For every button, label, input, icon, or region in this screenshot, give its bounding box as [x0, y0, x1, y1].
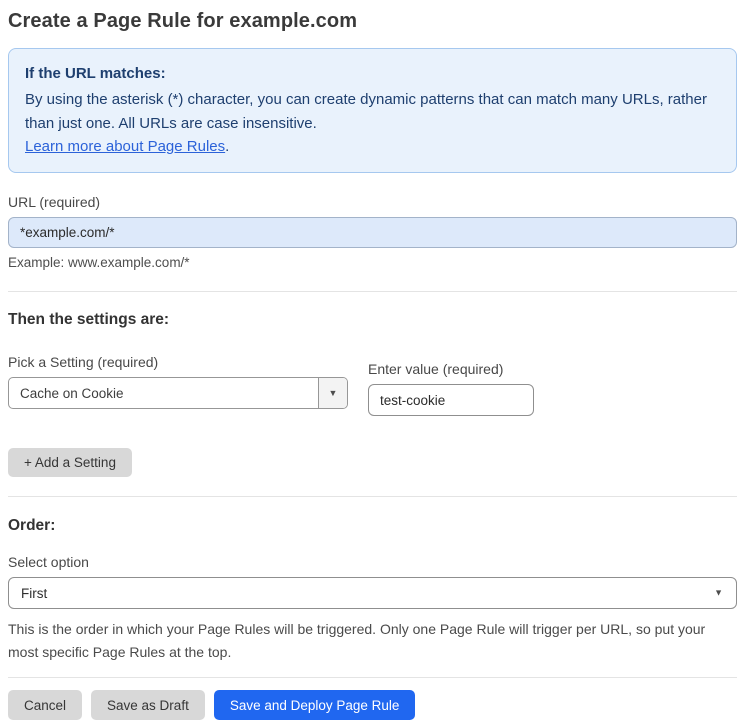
learn-more-link[interactable]: Learn more about Page Rules	[25, 138, 225, 155]
pick-setting-label: Pick a Setting (required)	[8, 354, 159, 370]
link-period: .	[225, 137, 230, 155]
url-matches-info-box: If the URL matches: By using the asteris…	[8, 48, 737, 173]
pick-setting-column: Pick a Setting (required) Cache on Cooki…	[8, 354, 348, 409]
divider	[8, 291, 737, 292]
setting-row: Pick a Setting (required) Cache on Cooki…	[8, 354, 737, 416]
settings-section-heading: Then the settings are:	[8, 311, 170, 328]
setting-value-input[interactable]	[368, 384, 534, 416]
info-box-heading: If the URL matches:	[25, 65, 166, 82]
url-input[interactable]	[8, 217, 737, 248]
form-actions: Cancel Save as Draft Save and Deploy Pag…	[8, 690, 737, 720]
pick-setting-select[interactable]: Cache on Cookie ▼	[8, 377, 348, 409]
url-example-helper: Example: www.example.com/*	[8, 255, 190, 270]
url-field-label: URL (required)	[8, 194, 101, 210]
add-setting-button[interactable]: + Add a Setting	[8, 448, 132, 477]
order-select[interactable]: First ▼	[8, 577, 737, 609]
chevron-down-icon: ▼	[714, 587, 723, 598]
page-rule-form: Create a Page Rule for example.com If th…	[0, 0, 750, 720]
divider	[8, 677, 737, 679]
save-and-deploy-button[interactable]: Save and Deploy Page Rule	[213, 690, 416, 720]
order-section-heading: Order:	[8, 517, 56, 534]
pick-setting-selected-value: Cache on Cookie	[20, 385, 124, 401]
order-selected-value: First	[21, 585, 48, 601]
order-select-label: Select option	[8, 554, 89, 570]
divider	[8, 496, 737, 497]
chevron-down-icon: ▼	[328, 387, 338, 398]
pick-setting-arrow-button[interactable]: ▼	[318, 378, 347, 408]
save-as-draft-button[interactable]: Save as Draft	[91, 690, 205, 720]
enter-value-label: Enter value (required)	[368, 361, 504, 377]
url-field-block: URL (required) Example: www.example.com/…	[8, 194, 737, 270]
order-helper-text: This is the order in which your Page Rul…	[8, 621, 706, 661]
page-title: Create a Page Rule for example.com	[8, 10, 358, 32]
cancel-button[interactable]: Cancel	[8, 690, 83, 720]
enter-value-column: Enter value (required)	[368, 354, 534, 416]
info-box-body: By using the asterisk (*) character, you…	[25, 91, 707, 132]
info-box-link-line: Learn more about Page Rules.	[25, 135, 720, 158]
